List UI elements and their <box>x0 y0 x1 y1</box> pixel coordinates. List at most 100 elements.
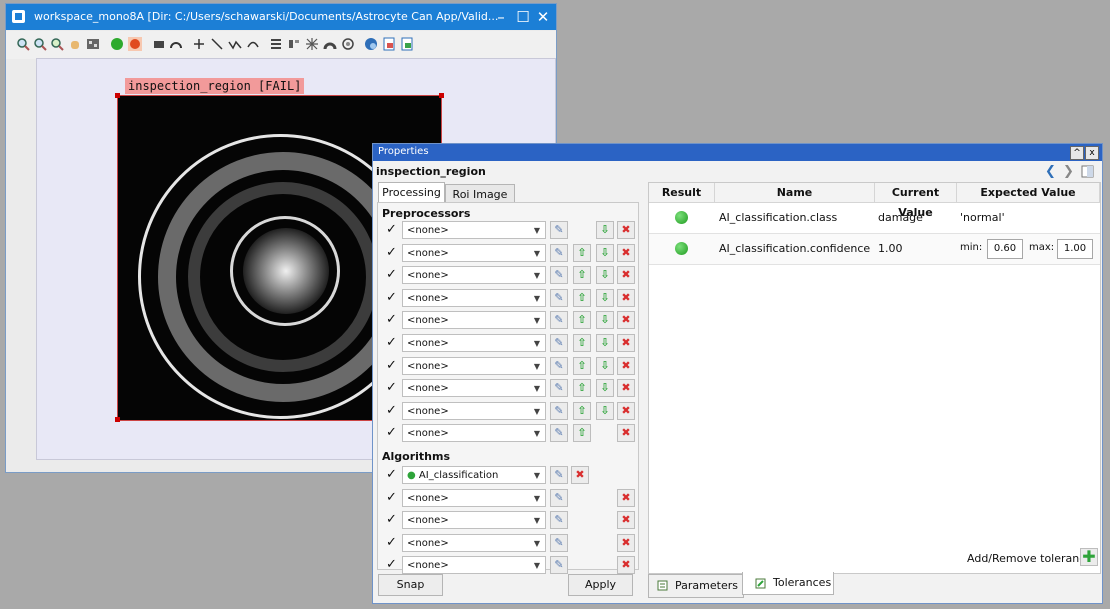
move-down-button[interactable]: ⇩ <box>596 221 614 239</box>
remove-button[interactable]: ✖ <box>617 533 635 552</box>
list-icon[interactable] <box>269 37 283 51</box>
remove-button[interactable]: ✖ <box>617 288 635 307</box>
preprocessor-dropdown[interactable]: <none> ▼ <box>402 243 546 262</box>
configure-wrench-button[interactable]: ✎ <box>550 243 568 262</box>
point-tool-icon[interactable] <box>192 37 206 51</box>
move-down-button[interactable]: ⇩ <box>596 379 614 398</box>
collapse-button[interactable]: ^ <box>1070 146 1084 160</box>
enable-checkbox[interactable]: ✓ <box>386 513 398 527</box>
globe-icon[interactable] <box>364 37 378 51</box>
enable-checkbox[interactable]: ✓ <box>386 336 398 350</box>
move-down-button[interactable]: ⇩ <box>596 288 614 307</box>
remove-button[interactable]: ✖ <box>617 221 635 239</box>
algorithm-row[interactable]: ✓ <none> ▼ ✎ ✖ <box>378 555 636 575</box>
min-tolerance-input[interactable]: 0.60 <box>987 239 1023 259</box>
curve-tool-icon[interactable] <box>246 37 260 51</box>
remove-button[interactable]: ✖ <box>617 556 635 575</box>
previous-arrow-icon[interactable]: ❮ <box>1045 164 1056 179</box>
configure-wrench-button[interactable]: ✎ <box>550 379 568 398</box>
properties-titlebar[interactable]: Properties ^ x <box>373 144 1102 161</box>
remove-button[interactable]: ✖ <box>617 266 635 285</box>
tab-parameters[interactable]: Parameters <box>648 574 744 598</box>
algorithm-row[interactable]: ✓ ● AI_classification ▼ ✎ ✖ <box>378 465 636 485</box>
zoom-in-icon[interactable] <box>16 37 30 51</box>
remove-button[interactable]: ✖ <box>571 466 589 484</box>
panel-close-button[interactable]: x <box>1085 146 1099 160</box>
configure-wrench-button[interactable]: ✎ <box>550 401 568 420</box>
table-row[interactable]: AI_classification.confidence 1.00 min: 0… <box>649 234 1100 265</box>
algorithm-dropdown[interactable]: <none> ▼ <box>402 511 546 530</box>
zoom-out-icon[interactable] <box>33 37 47 51</box>
remove-button[interactable]: ✖ <box>617 356 635 375</box>
workspace-titlebar[interactable]: workspace_mono8A [Dir: C:/Users/schawars… <box>6 4 556 30</box>
snap-button[interactable]: Snap <box>378 574 443 596</box>
move-down-button[interactable]: ⇩ <box>596 401 614 420</box>
blob-tool-icon[interactable] <box>323 37 337 51</box>
move-up-button[interactable]: ⇧ <box>573 424 591 443</box>
enable-checkbox[interactable]: ✓ <box>386 381 398 395</box>
line-tool-icon[interactable] <box>210 37 224 51</box>
preprocessor-dropdown[interactable]: <none> ▼ <box>402 334 546 352</box>
remove-button[interactable]: ✖ <box>617 379 635 398</box>
preprocessor-row[interactable]: ✓ <none> ▼ ✎ ⇧ ⇩ ✖ <box>378 243 636 263</box>
configure-wrench-button[interactable]: ✎ <box>550 266 568 285</box>
algorithm-row[interactable]: ✓ <none> ▼ ✎ ✖ <box>378 510 636 530</box>
configure-wrench-button[interactable]: ✎ <box>550 556 568 575</box>
configure-wrench-button[interactable]: ✎ <box>550 356 568 375</box>
preprocessor-dropdown[interactable]: <none> ▼ <box>402 266 546 285</box>
enable-checkbox[interactable]: ✓ <box>386 558 398 572</box>
move-up-button[interactable]: ⇧ <box>573 288 591 307</box>
algorithm-dropdown[interactable]: ● AI_classification ▼ <box>402 466 546 484</box>
enable-checkbox[interactable]: ✓ <box>386 535 398 550</box>
preprocessor-row[interactable]: ✓ <none> ▼ ✎ ⇧ ⇩ ✖ <box>378 265 636 285</box>
move-up-button[interactable]: ⇧ <box>573 356 591 375</box>
move-down-button[interactable]: ⇩ <box>596 266 614 285</box>
remove-button[interactable]: ✖ <box>617 334 635 352</box>
move-up-button[interactable]: ⇧ <box>573 243 591 262</box>
preprocessor-row[interactable]: ✓ <none> ▼ ✎ ⇧ ✖ <box>378 423 636 443</box>
preprocessor-dropdown[interactable]: <none> ▼ <box>402 311 546 330</box>
configure-wrench-button[interactable]: ✎ <box>550 311 568 330</box>
maximize-button[interactable]: ☐ <box>512 6 534 28</box>
move-up-button[interactable]: ⇧ <box>573 379 591 398</box>
remove-button[interactable]: ✖ <box>617 401 635 420</box>
enable-checkbox[interactable]: ✓ <box>386 223 398 237</box>
configure-wrench-button[interactable]: ✎ <box>550 466 568 484</box>
move-up-button[interactable]: ⇧ <box>573 401 591 420</box>
move-up-button[interactable]: ⇧ <box>573 266 591 285</box>
algorithm-row[interactable]: ✓ <none> ▼ ✎ ✖ <box>378 488 636 508</box>
preprocessor-row[interactable]: ✓ <none> ▼ ✎ ⇧ ⇩ ✖ <box>378 401 636 421</box>
remove-button[interactable]: ✖ <box>617 511 635 530</box>
move-up-button[interactable]: ⇧ <box>573 311 591 330</box>
preprocessor-dropdown[interactable]: <none> ▼ <box>402 424 546 443</box>
move-down-button[interactable]: ⇩ <box>596 311 614 330</box>
enable-checkbox[interactable]: ✓ <box>386 313 398 327</box>
remove-button[interactable]: ✖ <box>617 424 635 443</box>
preprocessor-dropdown[interactable]: <none> ▼ <box>402 288 546 307</box>
remove-button[interactable]: ✖ <box>617 243 635 262</box>
arc-tool-icon[interactable] <box>169 37 183 51</box>
next-arrow-icon[interactable]: ❯ <box>1063 164 1074 179</box>
algorithm-dropdown[interactable]: <none> ▼ <box>402 488 546 507</box>
panel-layout-icon[interactable] <box>1081 165 1094 178</box>
enable-checkbox[interactable]: ✓ <box>386 290 398 305</box>
move-up-button[interactable]: ⇧ <box>573 334 591 352</box>
configure-wrench-button[interactable]: ✎ <box>550 488 568 507</box>
preprocessor-row[interactable]: ✓ <none> ▼ ✎ ⇧ ⇩ ✖ <box>378 378 636 398</box>
algorithm-dropdown[interactable]: <none> ▼ <box>402 533 546 552</box>
enable-checkbox[interactable]: ✓ <box>386 490 398 505</box>
tab-tolerances[interactable]: Tolerances <box>742 572 834 595</box>
image-grid-icon[interactable] <box>86 37 100 51</box>
configure-wrench-button[interactable]: ✎ <box>550 334 568 352</box>
pan-hand-icon[interactable] <box>68 37 82 51</box>
enable-checkbox[interactable]: ✓ <box>386 426 398 440</box>
max-tolerance-input[interactable]: 1.00 <box>1057 239 1093 259</box>
move-down-button[interactable]: ⇩ <box>596 334 614 352</box>
preprocessor-row[interactable]: ✓ <none> ▼ ✎ ⇧ ⇩ ✖ <box>378 288 636 308</box>
enable-checkbox[interactable]: ✓ <box>386 468 398 482</box>
add-tolerance-button[interactable]: ✚ <box>1080 548 1098 566</box>
green-run-icon[interactable] <box>110 37 124 51</box>
preprocessor-row[interactable]: ✓ <none> ▼ ✎ ⇧ ⇩ ✖ <box>378 333 636 353</box>
remove-button[interactable]: ✖ <box>617 488 635 507</box>
import-icon[interactable] <box>400 37 414 51</box>
